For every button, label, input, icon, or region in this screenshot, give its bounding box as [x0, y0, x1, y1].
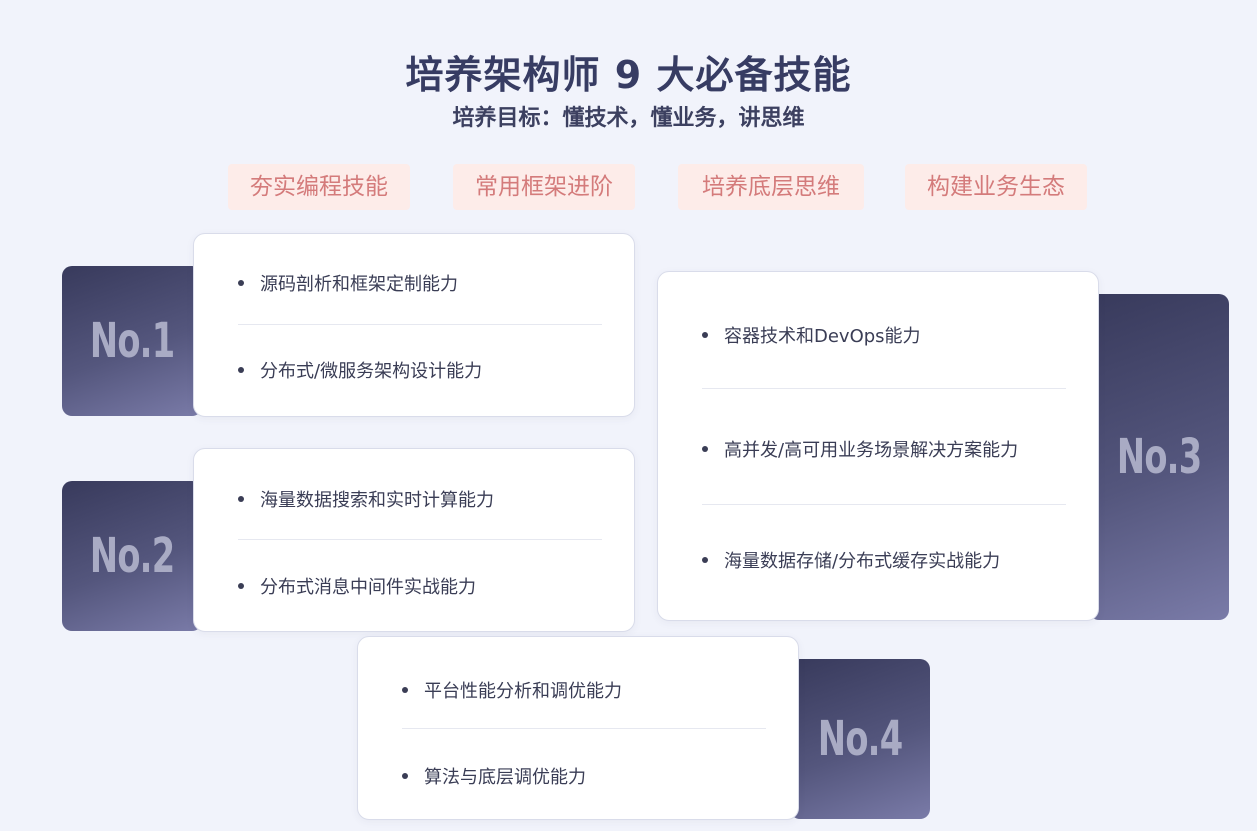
bullet-icon [702, 332, 708, 338]
list-item: 容器技术和DevOps能力 [702, 322, 921, 348]
skill-card-1: 源码剖析和框架定制能力 分布式/微服务架构设计能力 [193, 233, 635, 417]
divider [702, 388, 1066, 389]
skill-text: 高并发/高可用业务场景解决方案能力 [724, 440, 1019, 461]
bullet-icon [238, 280, 244, 286]
bullet-icon [702, 446, 708, 452]
page-subtitle: 培养目标：懂技术，懂业务，讲思维 [452, 106, 805, 131]
bullet-icon [402, 687, 408, 693]
badge-no4-label: No.4 [817, 711, 903, 767]
list-item: 源码剖析和框架定制能力 [238, 270, 458, 296]
skill-text: 海量数据存储/分布式缓存实战能力 [724, 551, 1001, 572]
list-item: 算法与底层调优能力 [402, 763, 586, 789]
list-item: 海量数据搜索和实时计算能力 [238, 486, 494, 512]
badge-no2: No.2 [62, 481, 202, 631]
skill-text: 分布式/微服务架构设计能力 [260, 361, 483, 382]
skill-text: 平台性能分析和调优能力 [424, 681, 622, 702]
tag-business-ecosystem: 构建业务生态 [905, 164, 1087, 210]
skill-text: 分布式消息中间件实战能力 [260, 577, 476, 598]
list-item: 高并发/高可用业务场景解决方案能力 [702, 436, 1018, 462]
list-item: 海量数据存储/分布式缓存实战能力 [702, 547, 1000, 573]
divider [702, 504, 1066, 505]
badge-no4: No.4 [790, 659, 930, 819]
skill-card-2: 海量数据搜索和实时计算能力 分布式消息中间件实战能力 [193, 448, 635, 632]
bullet-icon [702, 557, 708, 563]
tag-framework-advanced: 常用框架进阶 [453, 164, 635, 210]
badge-no3: No.3 [1089, 294, 1229, 620]
skill-text: 算法与底层调优能力 [424, 767, 586, 788]
bullet-icon [238, 583, 244, 589]
skill-card-4: 平台性能分析和调优能力 算法与底层调优能力 [357, 636, 799, 820]
list-item: 分布式消息中间件实战能力 [238, 573, 476, 599]
tag-underlying-thinking: 培养底层思维 [678, 164, 864, 210]
divider [238, 324, 602, 325]
badge-no1: No.1 [62, 266, 202, 416]
bullet-icon [238, 367, 244, 373]
badge-no2-label: No.2 [89, 528, 175, 584]
skill-text: 源码剖析和框架定制能力 [260, 274, 458, 295]
bullet-icon [402, 773, 408, 779]
skill-text: 海量数据搜索和实时计算能力 [260, 490, 494, 511]
bullet-icon [238, 496, 244, 502]
list-item: 平台性能分析和调优能力 [402, 677, 622, 703]
skill-card-3: 容器技术和DevOps能力 高并发/高可用业务场景解决方案能力 海量数据存储/分… [657, 271, 1099, 621]
tag-programming-skills: 夯实编程技能 [228, 164, 410, 210]
divider [238, 539, 602, 540]
badge-no1-label: No.1 [89, 313, 175, 369]
divider [402, 728, 766, 729]
badge-no3-label: No.3 [1116, 429, 1202, 485]
page-title: 培养架构师 9 大必备技能 [405, 53, 852, 97]
skill-text: 容器技术和DevOps能力 [724, 326, 921, 347]
list-item: 分布式/微服务架构设计能力 [238, 357, 482, 383]
